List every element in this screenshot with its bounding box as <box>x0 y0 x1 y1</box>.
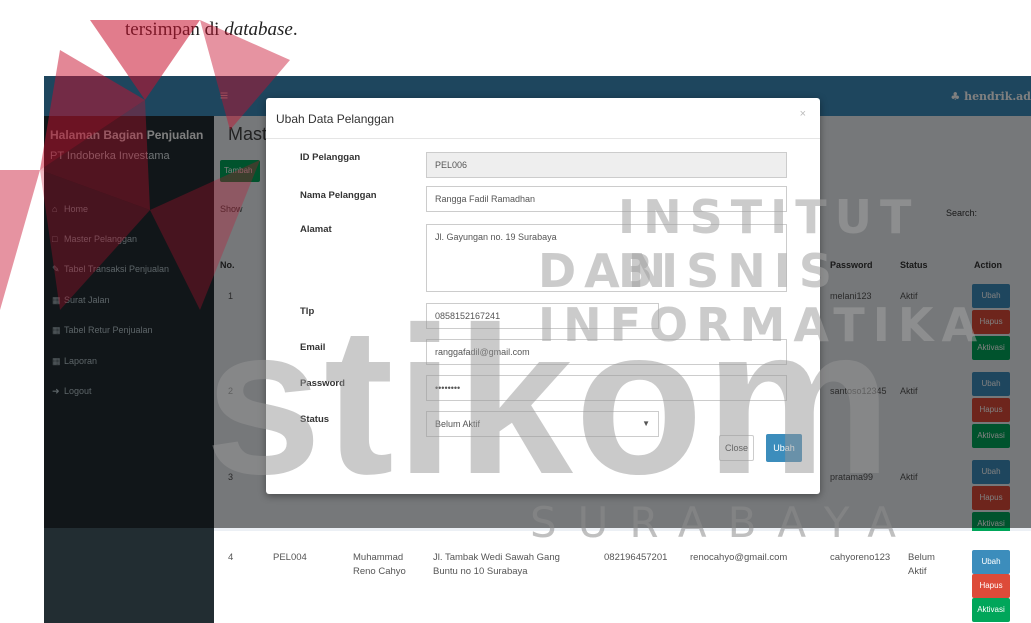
row-4-edit-button[interactable]: Ubah <box>972 550 1010 574</box>
doc-text-italic: database <box>224 19 293 40</box>
password-field[interactable]: •••••••• <box>426 375 787 401</box>
modal-divider <box>266 138 820 139</box>
tlp-field[interactable]: 0858152167241 <box>426 303 659 329</box>
edit-customer-modal: Ubah Data Pelanggan × ID Pelanggan PEL00… <box>266 98 820 494</box>
close-button[interactable]: Close <box>719 435 754 461</box>
row-4-email: renocahyo@gmail.com <box>690 552 788 563</box>
alamat-field[interactable]: Jl. Gayungan no. 19 Surabaya <box>426 224 787 292</box>
modal-title: Ubah Data Pelanggan <box>276 112 395 126</box>
close-icon[interactable]: × <box>800 108 806 120</box>
email-field[interactable]: ranggafadil@gmail.com <box>426 339 787 365</box>
app-screenshot: ≡ ♣ hendrik.ad Halaman Bagian Penjualan … <box>44 76 1031 623</box>
password-label: Password <box>300 378 345 389</box>
alamat-label: Alamat <box>300 224 332 235</box>
table-row: 4 PEL004 Muhammad Reno Cahyo Jl. Tambak … <box>214 531 1031 623</box>
document-text: tersimpan di database. <box>125 20 298 40</box>
row-4-nama: Muhammad Reno Cahyo <box>353 552 406 577</box>
nama-field[interactable]: Rangga Fadil Ramadhan <box>426 186 787 212</box>
email-label: Email <box>300 342 326 353</box>
doc-text-after: . <box>292 19 298 40</box>
row-4-activate-button[interactable]: Aktivasi <box>972 598 1010 622</box>
nama-label: Nama Pelanggan <box>300 190 377 201</box>
id-label: ID Pelanggan <box>300 152 361 163</box>
row-4-alamat: Jl. Tambak Wedi Sawah Gang Buntu no 10 S… <box>433 552 560 577</box>
chevron-down-icon: ▼ <box>642 419 650 428</box>
row-4-password: cahyoreno123 <box>830 552 891 563</box>
row-4-tlp: 082196457201 <box>604 552 668 563</box>
row-4-delete-button[interactable]: Hapus <box>972 574 1010 598</box>
status-selected-value: Belum Aktif <box>435 419 481 429</box>
status-select[interactable]: Belum Aktif ▼ <box>426 411 659 437</box>
doc-text-before: tersimpan di <box>125 19 225 40</box>
page: tersimpan di database. ≡ ♣ hendrik.ad Ha… <box>0 0 1031 623</box>
status-label: Status <box>300 414 330 425</box>
tlp-label: Tlp <box>300 306 315 317</box>
save-button[interactable]: Ubah <box>766 434 802 462</box>
id-field: PEL006 <box>426 152 787 178</box>
row-4-no: 4 <box>228 552 234 563</box>
row-4-status: Belum Aktif <box>908 552 935 577</box>
row-4-id: PEL004 <box>273 552 307 563</box>
